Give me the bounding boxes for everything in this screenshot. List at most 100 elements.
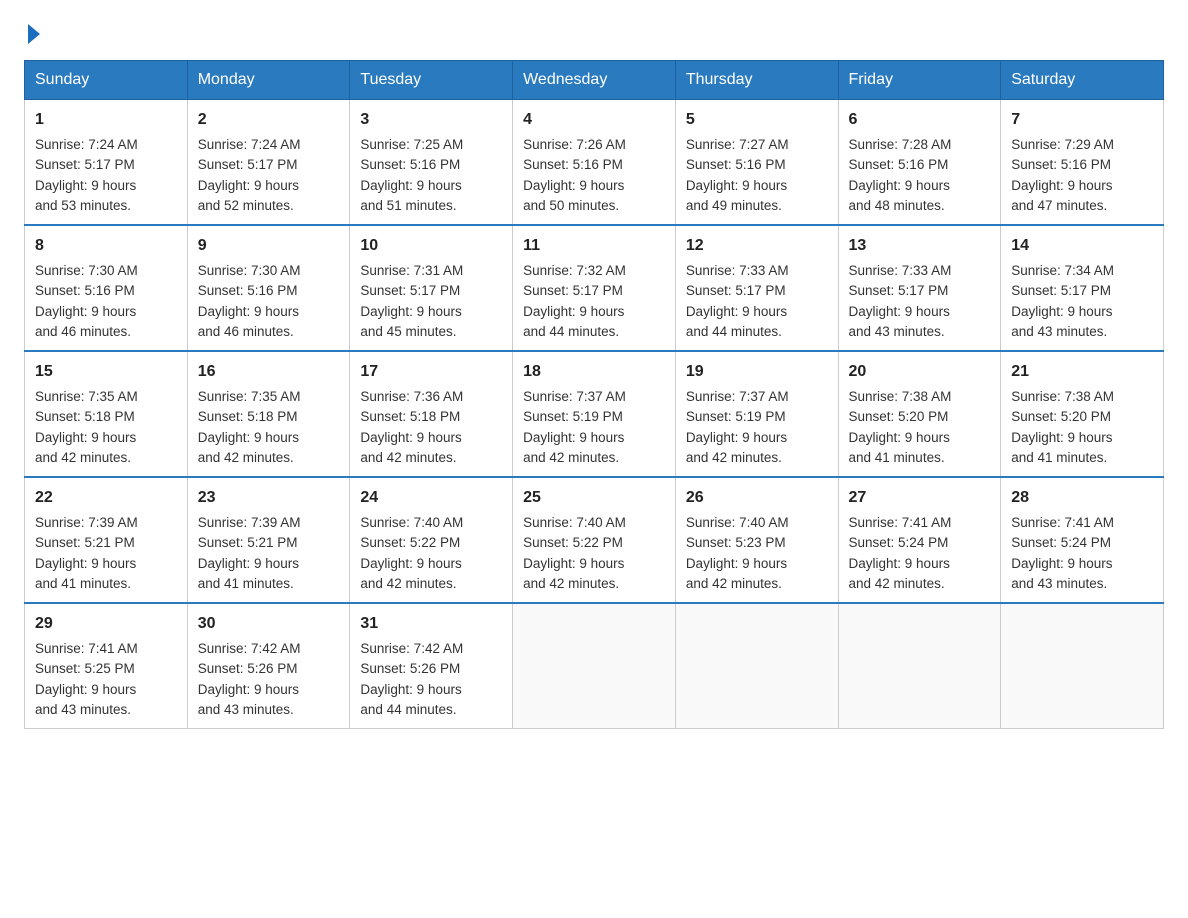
calendar-day-cell: 3 Sunrise: 7:25 AM Sunset: 5:16 PM Dayli… [350, 100, 513, 226]
daylight-minutes: and 50 minutes. [523, 198, 619, 213]
sunrise-label: Sunrise: 7:41 AM [849, 515, 952, 530]
page-header [24, 24, 1164, 44]
daylight-minutes: and 41 minutes. [849, 450, 945, 465]
sunrise-label: Sunrise: 7:29 AM [1011, 137, 1114, 152]
sunrise-label: Sunrise: 7:26 AM [523, 137, 626, 152]
day-of-week-header: Thursday [675, 61, 838, 100]
daylight-label: Daylight: 9 hours [686, 178, 787, 193]
daylight-minutes: and 43 minutes. [1011, 324, 1107, 339]
calendar-day-cell: 6 Sunrise: 7:28 AM Sunset: 5:16 PM Dayli… [838, 100, 1001, 226]
sunset-label: Sunset: 5:17 PM [1011, 283, 1111, 298]
day-number: 2 [198, 108, 340, 132]
sunrise-label: Sunrise: 7:33 AM [686, 263, 789, 278]
daylight-label: Daylight: 9 hours [360, 178, 461, 193]
day-of-week-header: Tuesday [350, 61, 513, 100]
daylight-label: Daylight: 9 hours [198, 304, 299, 319]
calendar-day-cell: 5 Sunrise: 7:27 AM Sunset: 5:16 PM Dayli… [675, 100, 838, 226]
calendar-day-cell: 8 Sunrise: 7:30 AM Sunset: 5:16 PM Dayli… [25, 225, 188, 351]
calendar-day-cell: 10 Sunrise: 7:31 AM Sunset: 5:17 PM Dayl… [350, 225, 513, 351]
calendar-day-cell: 25 Sunrise: 7:40 AM Sunset: 5:22 PM Dayl… [513, 477, 676, 603]
day-of-week-header: Friday [838, 61, 1001, 100]
calendar-day-cell: 22 Sunrise: 7:39 AM Sunset: 5:21 PM Dayl… [25, 477, 188, 603]
daylight-label: Daylight: 9 hours [849, 304, 950, 319]
calendar-day-cell: 24 Sunrise: 7:40 AM Sunset: 5:22 PM Dayl… [350, 477, 513, 603]
sunset-label: Sunset: 5:17 PM [523, 283, 623, 298]
day-number: 8 [35, 234, 177, 258]
sunrise-label: Sunrise: 7:40 AM [523, 515, 626, 530]
calendar-day-cell: 13 Sunrise: 7:33 AM Sunset: 5:17 PM Dayl… [838, 225, 1001, 351]
daylight-label: Daylight: 9 hours [198, 178, 299, 193]
sunrise-label: Sunrise: 7:33 AM [849, 263, 952, 278]
daylight-label: Daylight: 9 hours [1011, 304, 1112, 319]
sunset-label: Sunset: 5:16 PM [849, 157, 949, 172]
sunrise-label: Sunrise: 7:38 AM [1011, 389, 1114, 404]
daylight-minutes: and 49 minutes. [686, 198, 782, 213]
day-number: 1 [35, 108, 177, 132]
sunset-label: Sunset: 5:24 PM [1011, 535, 1111, 550]
daylight-label: Daylight: 9 hours [1011, 556, 1112, 571]
sunset-label: Sunset: 5:25 PM [35, 661, 135, 676]
calendar-day-cell: 16 Sunrise: 7:35 AM Sunset: 5:18 PM Dayl… [187, 351, 350, 477]
day-number: 7 [1011, 108, 1153, 132]
daylight-label: Daylight: 9 hours [35, 430, 136, 445]
sunrise-label: Sunrise: 7:30 AM [35, 263, 138, 278]
logo [24, 24, 40, 44]
daylight-label: Daylight: 9 hours [523, 556, 624, 571]
calendar-day-cell: 11 Sunrise: 7:32 AM Sunset: 5:17 PM Dayl… [513, 225, 676, 351]
day-number: 24 [360, 486, 502, 510]
calendar-week-row: 22 Sunrise: 7:39 AM Sunset: 5:21 PM Dayl… [25, 477, 1164, 603]
calendar-day-cell: 27 Sunrise: 7:41 AM Sunset: 5:24 PM Dayl… [838, 477, 1001, 603]
sunrise-label: Sunrise: 7:40 AM [360, 515, 463, 530]
day-number: 13 [849, 234, 991, 258]
sunset-label: Sunset: 5:16 PM [35, 283, 135, 298]
sunset-label: Sunset: 5:26 PM [198, 661, 298, 676]
daylight-label: Daylight: 9 hours [1011, 430, 1112, 445]
daylight-minutes: and 42 minutes. [198, 450, 294, 465]
calendar-day-cell: 18 Sunrise: 7:37 AM Sunset: 5:19 PM Dayl… [513, 351, 676, 477]
daylight-minutes: and 41 minutes. [35, 576, 131, 591]
sunset-label: Sunset: 5:26 PM [360, 661, 460, 676]
calendar-week-row: 29 Sunrise: 7:41 AM Sunset: 5:25 PM Dayl… [25, 603, 1164, 729]
daylight-minutes: and 42 minutes. [360, 576, 456, 591]
daylight-label: Daylight: 9 hours [198, 682, 299, 697]
calendar-day-cell [675, 603, 838, 729]
sunrise-label: Sunrise: 7:41 AM [1011, 515, 1114, 530]
sunset-label: Sunset: 5:16 PM [360, 157, 460, 172]
calendar-table: SundayMondayTuesdayWednesdayThursdayFrid… [24, 60, 1164, 729]
daylight-minutes: and 43 minutes. [198, 702, 294, 717]
calendar-week-row: 1 Sunrise: 7:24 AM Sunset: 5:17 PM Dayli… [25, 100, 1164, 226]
daylight-minutes: and 48 minutes. [849, 198, 945, 213]
sunrise-label: Sunrise: 7:24 AM [35, 137, 138, 152]
daylight-label: Daylight: 9 hours [35, 682, 136, 697]
daylight-label: Daylight: 9 hours [360, 430, 461, 445]
daylight-label: Daylight: 9 hours [849, 178, 950, 193]
daylight-label: Daylight: 9 hours [198, 430, 299, 445]
calendar-day-cell [1001, 603, 1164, 729]
daylight-minutes: and 44 minutes. [523, 324, 619, 339]
daylight-minutes: and 42 minutes. [849, 576, 945, 591]
daylight-label: Daylight: 9 hours [523, 178, 624, 193]
day-number: 10 [360, 234, 502, 258]
sunrise-label: Sunrise: 7:37 AM [523, 389, 626, 404]
sunrise-label: Sunrise: 7:41 AM [35, 641, 138, 656]
sunset-label: Sunset: 5:21 PM [198, 535, 298, 550]
calendar-day-cell: 2 Sunrise: 7:24 AM Sunset: 5:17 PM Dayli… [187, 100, 350, 226]
sunset-label: Sunset: 5:18 PM [198, 409, 298, 424]
daylight-minutes: and 46 minutes. [35, 324, 131, 339]
day-number: 14 [1011, 234, 1153, 258]
daylight-minutes: and 46 minutes. [198, 324, 294, 339]
calendar-day-cell: 20 Sunrise: 7:38 AM Sunset: 5:20 PM Dayl… [838, 351, 1001, 477]
calendar-day-cell: 23 Sunrise: 7:39 AM Sunset: 5:21 PM Dayl… [187, 477, 350, 603]
sunset-label: Sunset: 5:16 PM [1011, 157, 1111, 172]
sunset-label: Sunset: 5:16 PM [198, 283, 298, 298]
daylight-minutes: and 51 minutes. [360, 198, 456, 213]
sunset-label: Sunset: 5:19 PM [686, 409, 786, 424]
sunset-label: Sunset: 5:17 PM [35, 157, 135, 172]
calendar-week-row: 15 Sunrise: 7:35 AM Sunset: 5:18 PM Dayl… [25, 351, 1164, 477]
sunrise-label: Sunrise: 7:24 AM [198, 137, 301, 152]
daylight-label: Daylight: 9 hours [686, 556, 787, 571]
day-number: 17 [360, 360, 502, 384]
sunrise-label: Sunrise: 7:35 AM [198, 389, 301, 404]
day-number: 11 [523, 234, 665, 258]
day-header-row: SundayMondayTuesdayWednesdayThursdayFrid… [25, 61, 1164, 100]
